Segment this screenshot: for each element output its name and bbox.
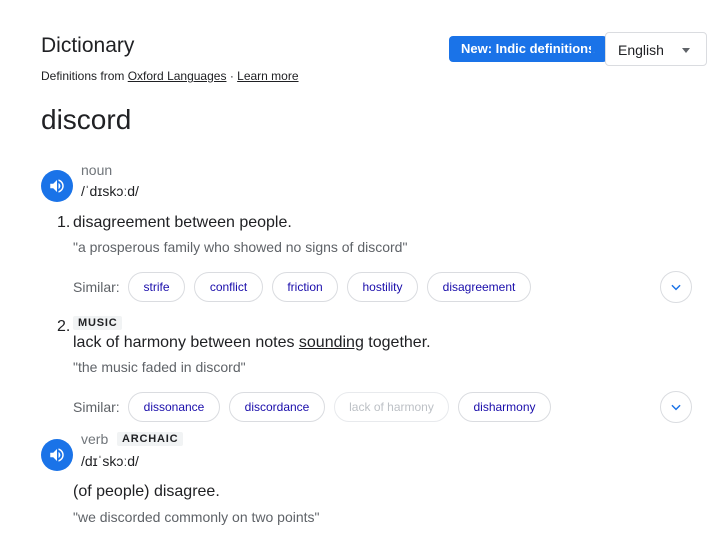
definition-link-word[interactable]: sounding — [299, 334, 364, 351]
chevron-down-icon — [671, 284, 681, 291]
synonym-chip[interactable]: dissonance — [128, 392, 220, 422]
source-prefix: Definitions from — [41, 69, 125, 83]
part-of-speech: noun — [81, 162, 113, 178]
language-select-value: English — [618, 42, 664, 58]
synonym-chip[interactable]: discordance — [229, 392, 325, 422]
indic-definitions-promo[interactable]: New: Indic definitions — [449, 36, 608, 62]
pronunciation-play-button[interactable] — [41, 170, 73, 202]
example: "a prosperous family who showed no signs… — [73, 239, 408, 255]
learn-more-link[interactable]: Learn more — [237, 69, 298, 83]
synonym-chip[interactable]: friction — [272, 272, 338, 302]
promo-pointer — [591, 43, 598, 55]
headword: discord — [41, 104, 132, 135]
definition-text: together. — [363, 334, 431, 351]
panel-title: Dictionary — [41, 34, 135, 57]
sense-number: 2. — [57, 318, 71, 335]
part-of-speech: verb — [81, 431, 109, 447]
expand-similar-button[interactable] — [660, 391, 692, 423]
phonetic: /dɪˈskɔːd/ — [81, 453, 139, 469]
synonym-chip[interactable]: disagreement — [427, 272, 531, 302]
domain-tag: MUSIC — [73, 316, 123, 330]
source-separator: · — [229, 69, 234, 83]
pronunciation-play-button[interactable] — [41, 439, 73, 471]
synonym-chip[interactable]: strife — [128, 272, 185, 302]
example: "the music faded in discord" — [73, 359, 246, 375]
expand-similar-button[interactable] — [660, 271, 692, 303]
chevron-down-icon — [671, 404, 681, 411]
synonym-chip[interactable]: conflict — [194, 272, 263, 302]
definition: disagreement between people. — [73, 214, 292, 231]
register-tag: ARCHAIC — [117, 432, 184, 446]
synonym-chip[interactable]: disharmony — [458, 392, 551, 422]
example: "we discorded commonly on two points" — [73, 509, 320, 525]
definition: (of people) disagree. — [73, 483, 220, 500]
volume-icon — [50, 179, 64, 193]
source-line: Definitions from Oxford Languages · Lear… — [41, 69, 299, 83]
language-select[interactable]: English — [605, 32, 707, 66]
synonym-chip[interactable]: lack of harmony — [334, 392, 449, 422]
similar-label: Similar: — [73, 279, 120, 295]
phonetic: /ˈdɪskɔːd/ — [81, 183, 139, 199]
sense-number: 1. — [57, 214, 71, 231]
definition: lack of harmony between notes sounding t… — [73, 334, 431, 352]
similar-label: Similar: — [73, 399, 120, 415]
synonym-chip[interactable]: hostility — [347, 272, 418, 302]
oxford-languages-link[interactable]: Oxford Languages — [128, 69, 227, 83]
definition-text: lack of harmony between notes — [73, 334, 299, 351]
volume-icon — [50, 448, 64, 462]
caret-down-icon — [682, 48, 690, 53]
